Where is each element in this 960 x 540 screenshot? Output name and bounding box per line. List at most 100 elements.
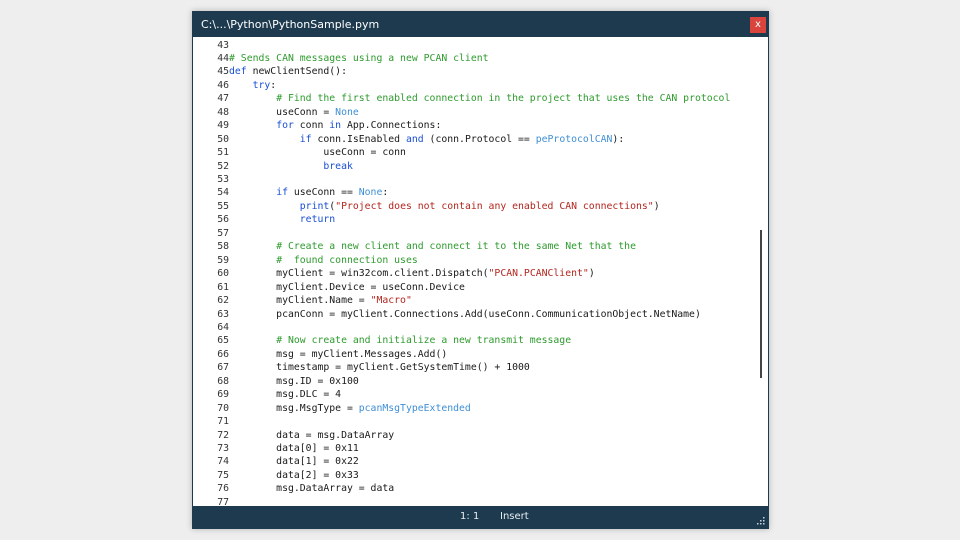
code-line[interactable]: msg = myClient.Messages.Add()	[229, 348, 447, 361]
code-area[interactable]: # Sends CAN messages using a new PCAN cl…	[229, 37, 758, 506]
line-number: 44	[217, 52, 229, 64]
line-number: 74	[217, 456, 229, 468]
code-token: peProtocolCAN	[535, 133, 613, 145]
line-number: 53	[217, 174, 229, 185]
editor-window: C:\...\Python\PythonSample.pym x 43 44 45 4…	[192, 11, 769, 529]
line-number: 47	[217, 93, 229, 105]
edit-mode: Insert	[500, 511, 529, 522]
line-number: 56	[217, 214, 229, 226]
line-number: 67	[217, 362, 229, 374]
code-token: conn.IsEnabled	[311, 133, 406, 145]
code-line[interactable]: # Sends CAN messages using a new PCAN cl…	[229, 52, 489, 65]
code-line[interactable]: print("Project does not contain any enab…	[229, 200, 660, 213]
code-line[interactable]: data = msg.DataArray	[229, 429, 394, 442]
code-line[interactable]: data[0] = 0x11	[229, 442, 359, 455]
code-line[interactable]: try:	[229, 79, 277, 92]
code-line[interactable]: # Find the first enabled connection in t…	[229, 92, 730, 105]
code-token: useConn ==	[287, 187, 359, 199]
code-token: App.Connections:	[341, 120, 442, 132]
code-token: msg.DLC = 4	[229, 389, 342, 401]
code-token: "Project does not contain any enabled CA…	[335, 200, 654, 212]
code-token: useConn = conn	[229, 147, 406, 159]
code-token: data[1] = 0x22	[229, 456, 359, 468]
code-token: myClient = win32com.client.Dispatch(	[229, 268, 489, 280]
line-number: 71	[217, 416, 229, 428]
code-token: if	[276, 187, 288, 199]
code-token: in	[329, 120, 342, 132]
code-token: :	[270, 79, 277, 91]
code-line[interactable]: data[2] = 0x33	[229, 469, 359, 482]
line-number: 69	[217, 389, 229, 401]
line-number: 55	[217, 200, 229, 212]
code-token: pcanMsgTypeExtended	[358, 402, 471, 414]
code-token: msg.ID = 0x100	[229, 375, 359, 387]
line-number: 76	[217, 483, 229, 495]
code-line[interactable]: myClient = win32com.client.Dispatch("PCA…	[229, 267, 595, 280]
line-number: 73	[217, 443, 229, 454]
cursor-column: 1	[472, 511, 480, 522]
code-line[interactable]: msg.ID = 0x100	[229, 375, 359, 388]
code-line[interactable]: pcanConn = myClient.Connections.Add(useC…	[229, 308, 701, 321]
line-number: 45	[217, 66, 229, 78]
code-line[interactable]: myClient.Name = "Macro"	[229, 294, 412, 307]
line-number: 72	[217, 429, 229, 441]
code-token: msg.DataArray = data	[229, 483, 395, 495]
code-line[interactable]: def newClientSend():	[229, 65, 347, 78]
line-number: 46	[217, 79, 229, 91]
title-bar[interactable]: C:\...\Python\PythonSample.pym x	[193, 12, 768, 37]
code-line[interactable]: # Create a new client and connect it to …	[229, 240, 636, 253]
code-line[interactable]: for conn in App.Connections:	[229, 119, 441, 132]
code-line[interactable]: msg.DLC = 4	[229, 388, 341, 401]
code-token: for	[276, 120, 294, 132]
code-line[interactable]: # Now create and initialize a new transm…	[229, 334, 571, 347]
code-token: # Now create and initialize a new transm…	[276, 335, 572, 347]
status-bar: 1: 1 Insert	[193, 506, 768, 528]
window-title: C:\...\Python\PythonSample.pym	[201, 18, 380, 31]
code-line[interactable]: timestamp = myClient.GetSystemTime() + 1…	[229, 361, 530, 374]
line-number: 62	[217, 295, 229, 307]
code-line[interactable]: if conn.IsEnabled and (conn.Protocol == …	[229, 133, 624, 146]
code-token: # Sends CAN messages using a new PCAN cl…	[229, 52, 489, 64]
vertical-scrollbar[interactable]	[760, 230, 762, 378]
code-line[interactable]: if useConn == None:	[229, 186, 388, 199]
code-token: newClientSend():	[246, 66, 347, 78]
code-token: )	[653, 200, 660, 212]
code-token: )	[588, 268, 595, 280]
code-token: ):	[612, 133, 625, 145]
code-line[interactable]: useConn = conn	[229, 146, 406, 159]
code-token: print	[299, 200, 330, 212]
code-line[interactable]: useConn = None	[229, 106, 359, 119]
close-button[interactable]: x	[750, 17, 766, 33]
code-line[interactable]: data[1] = 0x22	[229, 455, 359, 468]
line-number: 61	[217, 281, 229, 293]
code-token: msg = myClient.Messages.Add()	[229, 348, 448, 360]
line-number: 75	[217, 469, 229, 481]
code-token: "PCAN.PCANClient"	[488, 268, 589, 280]
code-token: data[2] = 0x33	[229, 469, 359, 481]
code-token: :	[382, 187, 389, 199]
code-line[interactable]: msg.MsgType = pcanMsgTypeExtended	[229, 402, 471, 415]
code-line[interactable]: # found connection uses	[229, 254, 418, 267]
line-number: 64	[217, 321, 229, 333]
code-line[interactable]: return	[229, 213, 335, 226]
code-editor[interactable]: 43 44 45 46 47 48 49 50 51 52 53 54 55 56 57 58 59 60 61 62…	[193, 37, 768, 506]
line-number: 50	[217, 133, 229, 145]
line-number: 66	[217, 348, 229, 360]
code-line[interactable]: break	[229, 160, 353, 173]
line-number: 52	[217, 160, 229, 172]
code-line[interactable]: msg.DataArray = data	[229, 482, 394, 495]
code-token: "Macro"	[370, 295, 412, 307]
code-line[interactable]: myClient.Device = useConn.Device	[229, 281, 465, 294]
line-number: 68	[217, 375, 229, 387]
line-number-gutter: 43 44 45 46 47 48 49 50 51 52 53 54 55 56 57 58 59 60 61 62…	[193, 37, 229, 506]
cursor-line: 1	[460, 511, 467, 522]
line-number: 48	[217, 106, 229, 118]
line-number: 54	[217, 187, 229, 199]
resize-grip-icon[interactable]	[755, 515, 765, 525]
